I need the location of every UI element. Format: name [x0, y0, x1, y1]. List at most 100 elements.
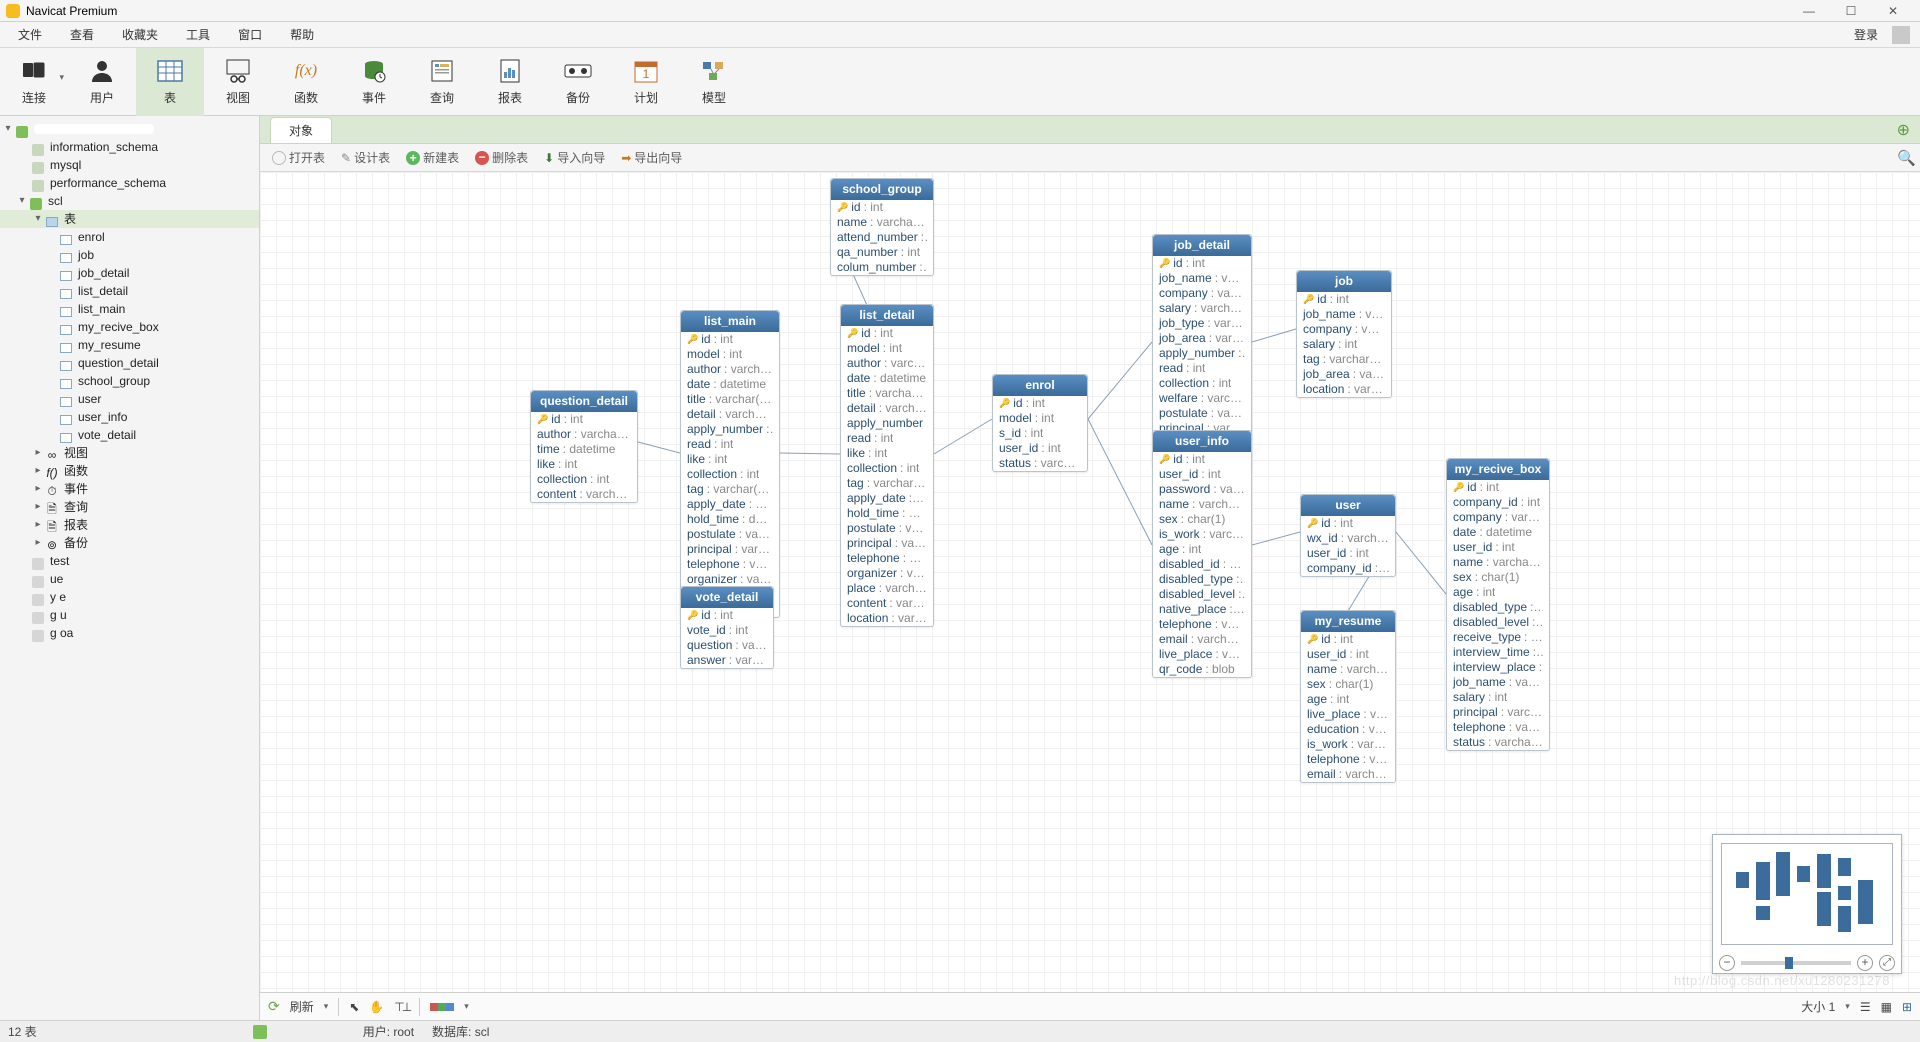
tree-folder-item[interactable]: ▸🗎 报表	[0, 516, 259, 534]
menu-fav[interactable]: 收藏夹	[108, 22, 172, 47]
entity-user[interactable]: userid: intwx_id: varchar(255)user_id: i…	[1300, 494, 1396, 577]
tool-connect[interactable]: 连接 ▾	[0, 48, 68, 116]
tree-extra-item[interactable]: test	[0, 552, 259, 570]
tree-connection-root[interactable]: ▾	[0, 120, 259, 138]
tool-event[interactable]: 事件	[340, 48, 408, 116]
tab-object[interactable]: 对象	[270, 117, 332, 143]
export-wizard-button[interactable]: ➡导出向导	[617, 147, 686, 168]
tool-backup[interactable]: 备份	[544, 48, 612, 116]
tree-folder-item[interactable]: ▸🗎 查询	[0, 498, 259, 516]
zoom-in-button[interactable]: +	[1857, 955, 1873, 971]
minimap[interactable]: − + ⤢	[1712, 834, 1902, 974]
relation-tool[interactable]: ⊤⊥	[394, 1000, 409, 1014]
entity-field: apply_number: int	[681, 422, 779, 437]
er-diagram-canvas[interactable]: school_groupid: intname: varchar(255)att…	[260, 172, 1920, 992]
entity-list_main[interactable]: list_mainid: intmodel: intauthor: varcha…	[680, 310, 780, 618]
tree-table-item[interactable]: enrol	[0, 228, 259, 246]
main-toolbar: 连接 ▾ 用户 表 视图 f(x) 函数	[0, 48, 1920, 116]
tree-folder-item[interactable]: ▸⏱ 事件	[0, 480, 259, 498]
tree-folder-tables[interactable]: ▾ 表	[0, 210, 259, 228]
menu-file[interactable]: 文件	[4, 22, 56, 47]
tool-user[interactable]: 用户	[68, 48, 136, 116]
view-er-icon[interactable]: ⊞	[1902, 1000, 1912, 1014]
tree-folder-item[interactable]: ▸∞ 视图	[0, 444, 259, 462]
color-tool[interactable]	[430, 1000, 454, 1014]
design-table-button[interactable]: ✎设计表	[337, 147, 394, 168]
entity-my_resume[interactable]: my_resumeid: intuser_id: intname: varcha…	[1300, 610, 1396, 783]
tree-table-item[interactable]: job_detail	[0, 264, 259, 282]
tool-report[interactable]: 报表	[476, 48, 544, 116]
close-button[interactable]: ✕	[1872, 0, 1914, 22]
avatar-icon[interactable]	[1892, 26, 1910, 44]
entity-question_detail[interactable]: question_detailid: intauthor: varchar(2.…	[530, 390, 638, 503]
hand-tool[interactable]: ✋	[369, 1000, 384, 1014]
menu-tools[interactable]: 工具	[172, 22, 224, 47]
tree-table-item[interactable]: list_detail	[0, 282, 259, 300]
tree-db-item[interactable]: performance_schema	[0, 174, 259, 192]
search-button[interactable]: 🔍	[1893, 147, 1920, 169]
minimize-button[interactable]: —	[1788, 0, 1830, 22]
entity-field: read: int	[1153, 361, 1251, 376]
entity-field: disabled_type: va...	[1447, 600, 1549, 615]
tree-table-item[interactable]: user_info	[0, 408, 259, 426]
entity-user_info[interactable]: user_infoid: intuser_id: intpassword: va…	[1152, 430, 1252, 678]
tree-db-item[interactable]: information_schema	[0, 138, 259, 156]
tree-folder-item-label: 查询	[64, 498, 88, 516]
import-wizard-button[interactable]: ⬇导入向导	[540, 147, 609, 168]
entity-my_recive_box[interactable]: my_recive_boxid: intcompany_id: intcompa…	[1446, 458, 1550, 751]
tree-extra-item[interactable]: y e	[0, 588, 259, 606]
tree-folder-item-label: 视图	[64, 444, 88, 462]
tree-extra-item[interactable]: g u	[0, 606, 259, 624]
tool-plan[interactable]: 1 计划	[612, 48, 680, 116]
minimap-view[interactable]	[1721, 843, 1893, 945]
tool-table[interactable]: 表	[136, 48, 204, 116]
zoom-fit-button[interactable]: ⤢	[1879, 955, 1895, 971]
entity-field: company: varcha...	[1447, 510, 1549, 525]
entity-vote_detail[interactable]: vote_detailid: intvote_id: intquestion: …	[680, 586, 774, 669]
view-grid-icon[interactable]: ▦	[1881, 1000, 1892, 1014]
tree-table-item[interactable]: list_main	[0, 300, 259, 318]
tree-db-item[interactable]: mysql	[0, 156, 259, 174]
tree-extra-item[interactable]: ue	[0, 570, 259, 588]
entity-field: company: varcha...	[1297, 322, 1391, 337]
open-table-button[interactable]: 打开表	[268, 147, 329, 168]
entity-field: attend_number: int	[831, 230, 933, 245]
entity-school_group[interactable]: school_groupid: intname: varchar(255)att…	[830, 178, 934, 276]
tree-table-item[interactable]: job	[0, 246, 259, 264]
tool-model[interactable]: 模型	[680, 48, 748, 116]
maximize-button[interactable]: ☐	[1830, 0, 1872, 22]
tool-view[interactable]: 视图	[204, 48, 272, 116]
entity-job[interactable]: jobid: intjob_name: varcha...company: va…	[1296, 270, 1392, 398]
view-list-icon[interactable]: ☰	[1860, 1000, 1871, 1014]
menu-help[interactable]: 帮助	[276, 22, 328, 47]
new-table-button[interactable]: +新建表	[402, 147, 463, 168]
menu-view[interactable]: 查看	[56, 22, 108, 47]
entity-field: disabled_type: va...	[1153, 572, 1251, 587]
login-link[interactable]: 登录	[1846, 22, 1886, 47]
tree-folder-item[interactable]: ▸f() 函数	[0, 462, 259, 480]
tool-query[interactable]: 查询	[408, 48, 476, 116]
tree-table-item[interactable]: question_detail	[0, 354, 259, 372]
tree-db-scl[interactable]: ▾ scl	[0, 192, 259, 210]
tree-table-item[interactable]: user	[0, 390, 259, 408]
tool-function[interactable]: f(x) 函数	[272, 48, 340, 116]
entity-list_detail[interactable]: list_detailid: intmodel: intauthor: varc…	[840, 304, 934, 627]
tree-table-item[interactable]: school_group	[0, 372, 259, 390]
menu-window[interactable]: 窗口	[224, 22, 276, 47]
connection-tree[interactable]: ▾ information_schema mysql performance_s…	[0, 116, 260, 1020]
tree-table-item[interactable]: vote_detail	[0, 426, 259, 444]
add-tab-button[interactable]: ⊕	[1897, 120, 1910, 140]
zoom-out-button[interactable]: −	[1719, 955, 1735, 971]
entity-field: age: int	[1153, 542, 1251, 557]
tree-table-item[interactable]: my_resume	[0, 336, 259, 354]
refresh-button[interactable]: ⟳	[268, 998, 280, 1015]
pointer-tool[interactable]: ⬉	[349, 1000, 359, 1014]
tree-extra-item[interactable]: g oa	[0, 624, 259, 642]
delete-table-button[interactable]: −删除表	[471, 147, 532, 168]
entity-field: principal: varchar(...	[1447, 705, 1549, 720]
tree-folder-item[interactable]: ▸⊚ 备份	[0, 534, 259, 552]
folder-icon: 🗎	[44, 518, 60, 532]
zoom-slider[interactable]	[1741, 961, 1851, 965]
tree-table-item[interactable]: my_recive_box	[0, 318, 259, 336]
entity-enrol[interactable]: enrolid: intmodel: ints_id: intuser_id: …	[992, 374, 1088, 472]
